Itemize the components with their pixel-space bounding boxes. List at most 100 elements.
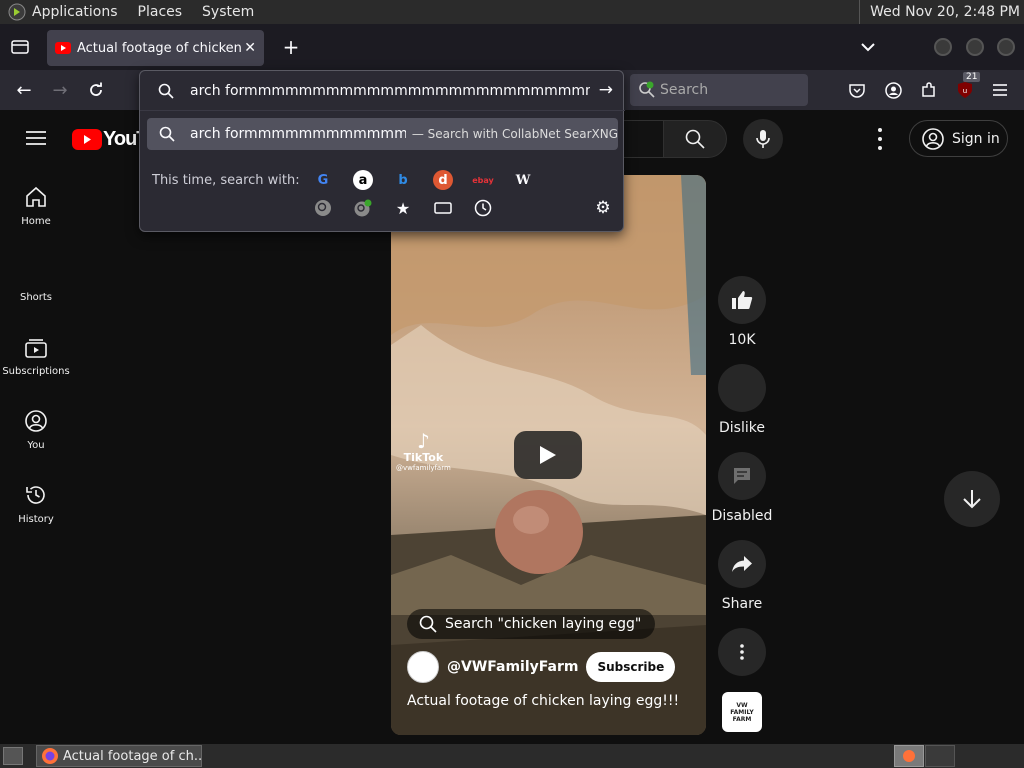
workspace-switcher[interactable]: [894, 745, 924, 767]
search-settings-gear-icon[interactable]: ⚙: [593, 198, 613, 218]
extensions-icon[interactable]: [917, 78, 941, 102]
account-icon[interactable]: [881, 78, 905, 102]
like-button[interactable]: [718, 276, 766, 324]
audio-source-avatar-text: VW FAMILY FARM: [730, 701, 754, 723]
sidebar-item-you[interactable]: You: [0, 410, 72, 451]
account-circle-icon: [922, 127, 944, 150]
sidebar-item-shorts[interactable]: Shorts: [0, 292, 72, 303]
channel-name[interactable]: @VWFamilyFarm: [447, 659, 578, 675]
chip-search-icon: [419, 615, 437, 633]
maximize-window-icon[interactable]: [966, 38, 984, 56]
urlbar-value[interactable]: arch formmmmmmmmmmmmmmmmmmmmmmmmmmmmmums…: [190, 83, 590, 99]
dislike-action[interactable]: Dislike: [718, 364, 766, 436]
clock[interactable]: Wed Nov 20, 2:48 PM: [859, 0, 1020, 24]
new-tab-icon[interactable]: +: [279, 35, 303, 59]
voice-search-button[interactable]: [743, 119, 783, 159]
pocket-icon[interactable]: [845, 78, 869, 102]
applications-menu[interactable]: Applications: [32, 4, 118, 20]
tiktok-label: TikTok: [403, 451, 444, 464]
bottom-taskbar: Actual footage of ch...: [0, 744, 1024, 768]
suggestion-search-icon: [159, 126, 175, 142]
minimize-window-icon[interactable]: [934, 38, 952, 56]
go-arrow-icon[interactable]: →: [599, 80, 613, 100]
more-actions-button[interactable]: [718, 628, 766, 676]
close-tab-icon[interactable]: ✕: [244, 40, 256, 56]
tiktok-handle: @vwfamilyfarm: [396, 464, 451, 472]
svg-text:u: u: [963, 87, 967, 95]
bing-engine-icon[interactable]: b: [393, 170, 413, 190]
wikipedia-engine-icon[interactable]: W: [513, 170, 533, 190]
reload-icon[interactable]: [84, 78, 108, 102]
search-icon: [685, 129, 705, 149]
urlbar-search-icon: [158, 83, 174, 99]
bookmarks-star-icon[interactable]: ★: [393, 198, 413, 218]
youtube-logo[interactable]: YouTube: [72, 128, 143, 151]
system-menu[interactable]: System: [202, 4, 254, 20]
tab-active[interactable]: Actual footage of chicken la ✕: [47, 30, 264, 66]
comments-button[interactable]: [718, 452, 766, 500]
taskbar-window-title: Actual footage of ch...: [63, 748, 202, 764]
forward-arrow-icon[interactable]: →: [48, 78, 72, 102]
sidebar-label-you: You: [27, 440, 45, 451]
shorts-video-player[interactable]: ♪ TikTok @vwfamilyfarm Search "chicken l…: [391, 175, 706, 735]
search-suggestion-row[interactable]: arch formmmmmmmmmmmmmmmmm — Search with …: [147, 118, 618, 150]
next-video-button[interactable]: [944, 471, 1000, 527]
like-action[interactable]: 10K: [718, 276, 766, 348]
google-engine-icon[interactable]: G: [313, 170, 333, 190]
sidebar-label-home: Home: [21, 216, 51, 227]
tabs-search-icon[interactable]: [433, 198, 453, 218]
channel-row: @VWFamilyFarm Subscribe: [407, 651, 676, 683]
searxng-search-icon: [639, 81, 655, 98]
search-suggestion-chip[interactable]: Search "chicken laying egg": [407, 609, 656, 639]
ebay-engine-icon[interactable]: ebay: [472, 170, 494, 190]
audio-source-avatar[interactable]: VW FAMILY FARM: [722, 692, 762, 732]
dislike-label: Dislike: [719, 420, 765, 436]
searxng-collabnet-engine-icon[interactable]: [353, 198, 373, 218]
thumbs-up-icon: [732, 291, 753, 309]
share-arrow-icon: [732, 556, 752, 572]
amazon-engine-icon[interactable]: a: [353, 170, 373, 190]
share-button[interactable]: [718, 540, 766, 588]
comments-label: Disabled: [711, 508, 773, 524]
history-search-icon[interactable]: [473, 198, 493, 218]
guide-menu-icon[interactable]: [22, 126, 50, 150]
taskbar-window-firefox[interactable]: Actual footage of ch...: [36, 745, 202, 767]
play-button[interactable]: [514, 431, 582, 479]
subscriptions-icon: [25, 339, 47, 358]
search-placeholder: Search: [660, 82, 709, 98]
hamburger-menu-icon[interactable]: [988, 78, 1012, 102]
home-icon: [26, 186, 46, 207]
sidebar-item-history[interactable]: History: [0, 484, 72, 525]
search-chip-label: Search "chicken laying egg": [445, 616, 642, 632]
workspace-2[interactable]: [925, 745, 955, 767]
sign-in-button[interactable]: Sign in: [909, 120, 1008, 157]
back-arrow-icon[interactable]: ←: [12, 78, 36, 102]
ublock-origin-icon[interactable]: u 21: [953, 72, 981, 102]
suggestion-text: arch formmmmmmmmmmmmmmmmm: [190, 126, 406, 142]
show-desktop-icon[interactable]: [3, 747, 23, 765]
microphone-icon: [756, 130, 770, 148]
panel-menu: Applications Places System: [0, 0, 282, 24]
sidebar-item-subscriptions[interactable]: Subscriptions: [0, 338, 72, 377]
sidebar-item-home[interactable]: Home: [0, 186, 72, 227]
channel-avatar[interactable]: [407, 651, 439, 683]
subscribe-button[interactable]: Subscribe: [586, 652, 676, 682]
comments-action[interactable]: Disabled: [712, 452, 772, 524]
more-options-icon[interactable]: [870, 128, 890, 150]
youtube-logo-text: YouTube: [103, 128, 143, 150]
dislike-button[interactable]: [718, 364, 766, 412]
list-tabs-icon[interactable]: [856, 35, 880, 59]
more-actions[interactable]: [718, 628, 766, 684]
searxng-engine-icon[interactable]: [313, 198, 333, 218]
share-action[interactable]: Share: [718, 540, 766, 612]
firefox-view-icon[interactable]: [8, 35, 32, 59]
search-bar[interactable]: Search: [630, 74, 808, 106]
youtube-search-button[interactable]: [663, 120, 727, 158]
sidebar-label-shorts: Shorts: [19, 292, 53, 303]
places-menu[interactable]: Places: [138, 4, 183, 20]
close-window-icon[interactable]: [997, 38, 1015, 56]
sidebar-label-history: History: [18, 514, 54, 525]
like-count: 10K: [728, 332, 756, 348]
duckduckgo-engine-icon[interactable]: d: [433, 170, 453, 190]
urlbar-input[interactable]: arch formmmmmmmmmmmmmmmmmmmmmmmmmmmmmums…: [140, 71, 625, 111]
